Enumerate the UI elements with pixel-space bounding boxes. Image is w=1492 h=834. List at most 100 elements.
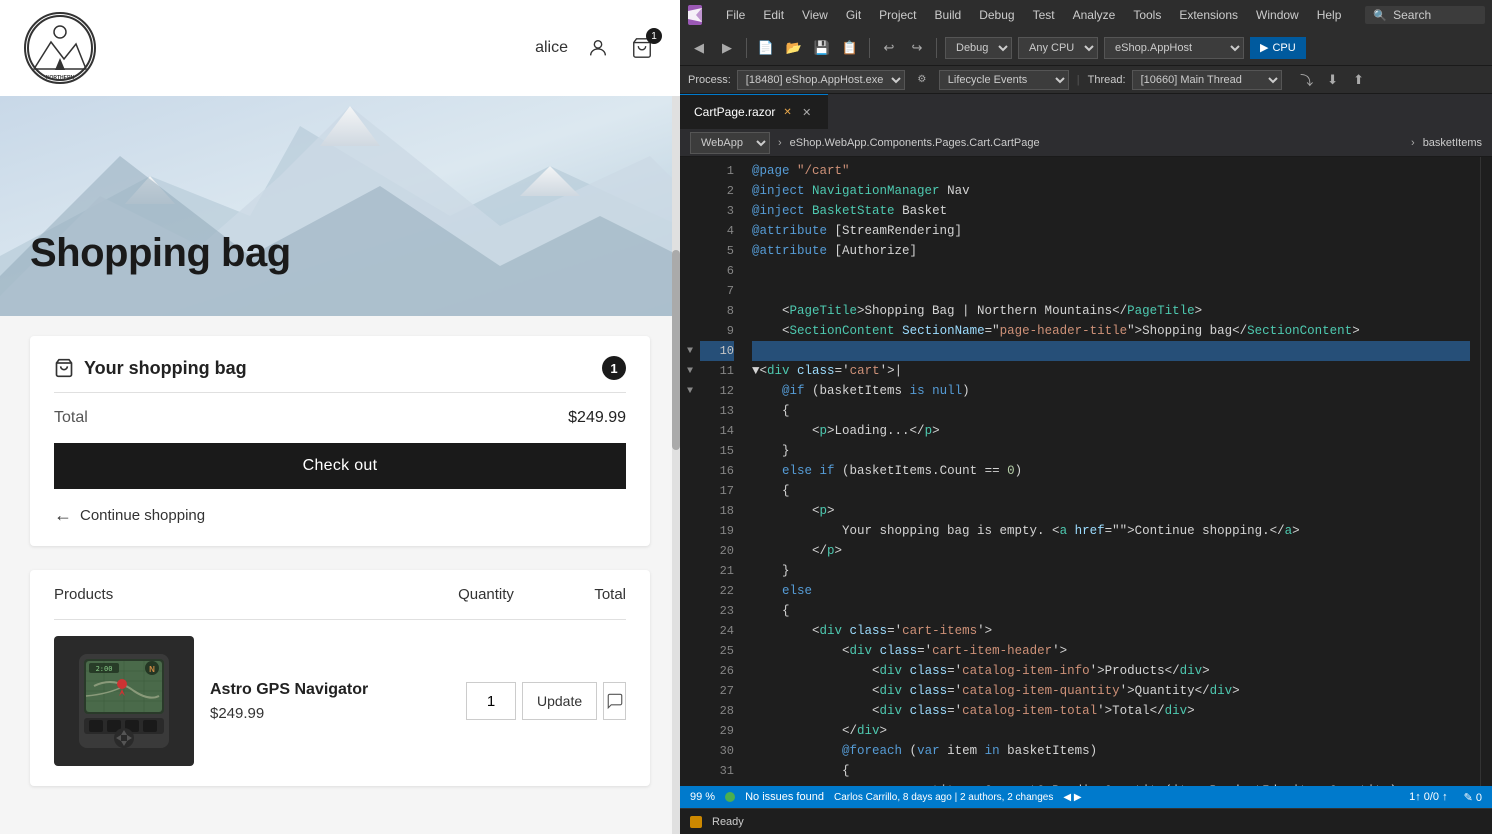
toolbar-redo-btn[interactable]: ↪ bbox=[906, 37, 928, 59]
toolbar-back-btn[interactable]: ◀ bbox=[688, 37, 710, 59]
gutter-7 bbox=[680, 281, 700, 301]
code-line-13: { bbox=[752, 401, 1470, 421]
menu-build[interactable]: Build bbox=[927, 6, 970, 24]
vs-editor: ▼ ▼ ▼ 12345 6789 10 1112131415 161718192… bbox=[680, 157, 1492, 786]
code-editor-content[interactable]: @page "/cart" @inject NavigationManager … bbox=[742, 157, 1480, 786]
code-line-14: <p>Loading...</p> bbox=[752, 421, 1470, 441]
code-line-26: <div class='catalog-item-info'>Products<… bbox=[752, 661, 1470, 681]
vs-panel: File Edit View Git Project Build Debug T… bbox=[680, 0, 1492, 834]
debug-step-controls: ⤵ ⬇ ⬆ bbox=[1296, 69, 1370, 91]
cursor-position: 1↑ 0/0 ↑ bbox=[1409, 791, 1448, 803]
bag-header: Your shopping bag 1 bbox=[54, 356, 626, 393]
header-right: alice 1 bbox=[535, 34, 656, 62]
menu-file[interactable]: File bbox=[718, 6, 753, 24]
process-settings-btn[interactable]: ⚙ bbox=[911, 69, 933, 91]
menu-extensions[interactable]: Extensions bbox=[1171, 6, 1246, 24]
debug-config-dropdown[interactable]: Debug bbox=[945, 37, 1012, 59]
quantity-col-header: Quantity bbox=[426, 586, 546, 603]
hero-title: Shopping bag bbox=[30, 231, 291, 276]
product-row: 2:00 N bbox=[54, 636, 626, 766]
code-line-21: } bbox=[752, 561, 1470, 581]
menu-tools[interactable]: Tools bbox=[1125, 6, 1169, 24]
menu-git[interactable]: Git bbox=[838, 6, 869, 24]
product-name: Astro GPS Navigator bbox=[210, 681, 450, 699]
code-line-18: <p> bbox=[752, 501, 1470, 521]
tab-close-btn[interactable]: ✕ bbox=[800, 105, 814, 119]
step-out-btn[interactable]: ⬆ bbox=[1348, 69, 1370, 91]
code-line-27: <div class='catalog-item-quantity'>Quant… bbox=[752, 681, 1470, 701]
continue-debug-btn[interactable]: ▶ CPU bbox=[1250, 37, 1306, 59]
step-over-btn[interactable]: ⤵ bbox=[1296, 69, 1318, 91]
gutter-1 bbox=[680, 161, 700, 181]
continue-shopping-label: Continue shopping bbox=[80, 507, 205, 524]
vs-toolbar: ◀ ▶ 📄 📂 💾 📋 ↩ ↪ Debug Any CPU eShop.AppH… bbox=[680, 30, 1492, 66]
code-line-7 bbox=[752, 281, 1470, 301]
thread-dropdown[interactable]: [10660] Main Thread bbox=[1132, 70, 1282, 90]
toolbar-saveall-btn[interactable]: 📋 bbox=[839, 37, 861, 59]
quantity-input[interactable] bbox=[466, 682, 516, 720]
checkout-button[interactable]: Check out bbox=[54, 443, 626, 489]
code-line-22: else bbox=[752, 581, 1470, 601]
menu-debug[interactable]: Debug bbox=[971, 6, 1022, 24]
product-info: Astro GPS Navigator $249.99 bbox=[210, 673, 450, 730]
menu-test[interactable]: Test bbox=[1025, 6, 1063, 24]
toolbar-new-btn[interactable]: 📄 bbox=[755, 37, 777, 59]
vs-search-area[interactable]: 🔍 Search bbox=[1365, 6, 1485, 24]
cpu-dropdown[interactable]: Any CPU bbox=[1018, 37, 1098, 59]
code-line-8: <PageTitle>Shopping Bag | Northern Mount… bbox=[752, 301, 1470, 321]
cart-icon-wrapper[interactable]: 1 bbox=[628, 34, 656, 62]
menu-help[interactable]: Help bbox=[1309, 6, 1350, 24]
product-image: 2:00 N bbox=[54, 636, 194, 766]
site-content: Your shopping bag 1 Total $249.99 Check … bbox=[0, 316, 680, 834]
lifecycle-dropdown[interactable]: Lifecycle Events bbox=[939, 70, 1069, 90]
process-dropdown[interactable]: [18480] eShop.AppHost.exe bbox=[737, 70, 905, 90]
path-arrow-2: › bbox=[1411, 137, 1415, 149]
zoom-level: 99 % bbox=[690, 791, 715, 803]
code-line-11: ▼<div class='cart'>| bbox=[752, 361, 1470, 381]
continue-btn-label: CPU bbox=[1272, 42, 1295, 54]
bag-icon bbox=[54, 358, 74, 378]
vs-pathbar: WebApp › eShop.WebApp.Components.Pages.C… bbox=[680, 129, 1492, 157]
toolbar-save-btn[interactable]: 💾 bbox=[811, 37, 833, 59]
back-arrow-icon: ← bbox=[54, 505, 72, 526]
code-line-15: } bbox=[752, 441, 1470, 461]
code-line-12: @if (basketItems is null) bbox=[752, 381, 1470, 401]
webapp-dropdown[interactable]: WebApp bbox=[690, 132, 770, 154]
line-numbers: 12345 6789 10 1112131415 1617181920 2122… bbox=[700, 157, 742, 786]
total-row: Total $249.99 bbox=[54, 409, 626, 427]
code-line-20: </p> bbox=[752, 541, 1470, 561]
vs-logo-icon bbox=[688, 8, 702, 22]
toolbar-sep-3 bbox=[936, 38, 937, 58]
vs-scrollbar[interactable] bbox=[1480, 157, 1492, 786]
code-line-30: @foreach (var item in basketItems) bbox=[752, 741, 1470, 761]
bag-title-row: Your shopping bag bbox=[54, 358, 247, 379]
hero-area: Shopping bag bbox=[0, 96, 680, 316]
step-into-btn[interactable]: ⬇ bbox=[1322, 69, 1344, 91]
update-button[interactable]: Update bbox=[522, 682, 597, 720]
code-line-3: @inject BasketState Basket bbox=[752, 201, 1470, 221]
toolbar-sep-2 bbox=[869, 38, 870, 58]
code-line-23: { bbox=[752, 601, 1470, 621]
toolbar-sep-1 bbox=[746, 38, 747, 58]
menu-project[interactable]: Project bbox=[871, 6, 924, 24]
chat-button[interactable] bbox=[603, 682, 626, 720]
toolbar-fwd-btn[interactable]: ▶ bbox=[716, 37, 738, 59]
menu-view[interactable]: View bbox=[794, 6, 836, 24]
svg-text:N: N bbox=[149, 665, 155, 674]
menu-edit[interactable]: Edit bbox=[755, 6, 792, 24]
status-left: 99 % No issues found Carlos Carrillo, 8 … bbox=[690, 791, 1082, 803]
cartpage-tab[interactable]: CartPage.razor ✕ ✕ bbox=[680, 94, 828, 129]
editor-gutter: ▼ ▼ ▼ bbox=[680, 157, 700, 786]
menu-analyze[interactable]: Analyze bbox=[1065, 6, 1124, 24]
menu-window[interactable]: Window bbox=[1248, 6, 1307, 24]
gutter-4 bbox=[680, 221, 700, 241]
left-scrollbar[interactable] bbox=[672, 0, 680, 834]
user-icon[interactable] bbox=[584, 34, 612, 62]
vs-search-label: Search bbox=[1393, 8, 1431, 22]
toolbar-open-btn[interactable]: 📂 bbox=[783, 37, 805, 59]
toolbar-undo-btn[interactable]: ↩ bbox=[878, 37, 900, 59]
gutter-6 bbox=[680, 261, 700, 281]
gutter-11: ▼ bbox=[680, 361, 700, 381]
host-dropdown[interactable]: eShop.AppHost bbox=[1104, 37, 1244, 59]
continue-shopping-link[interactable]: ← Continue shopping bbox=[54, 505, 626, 526]
